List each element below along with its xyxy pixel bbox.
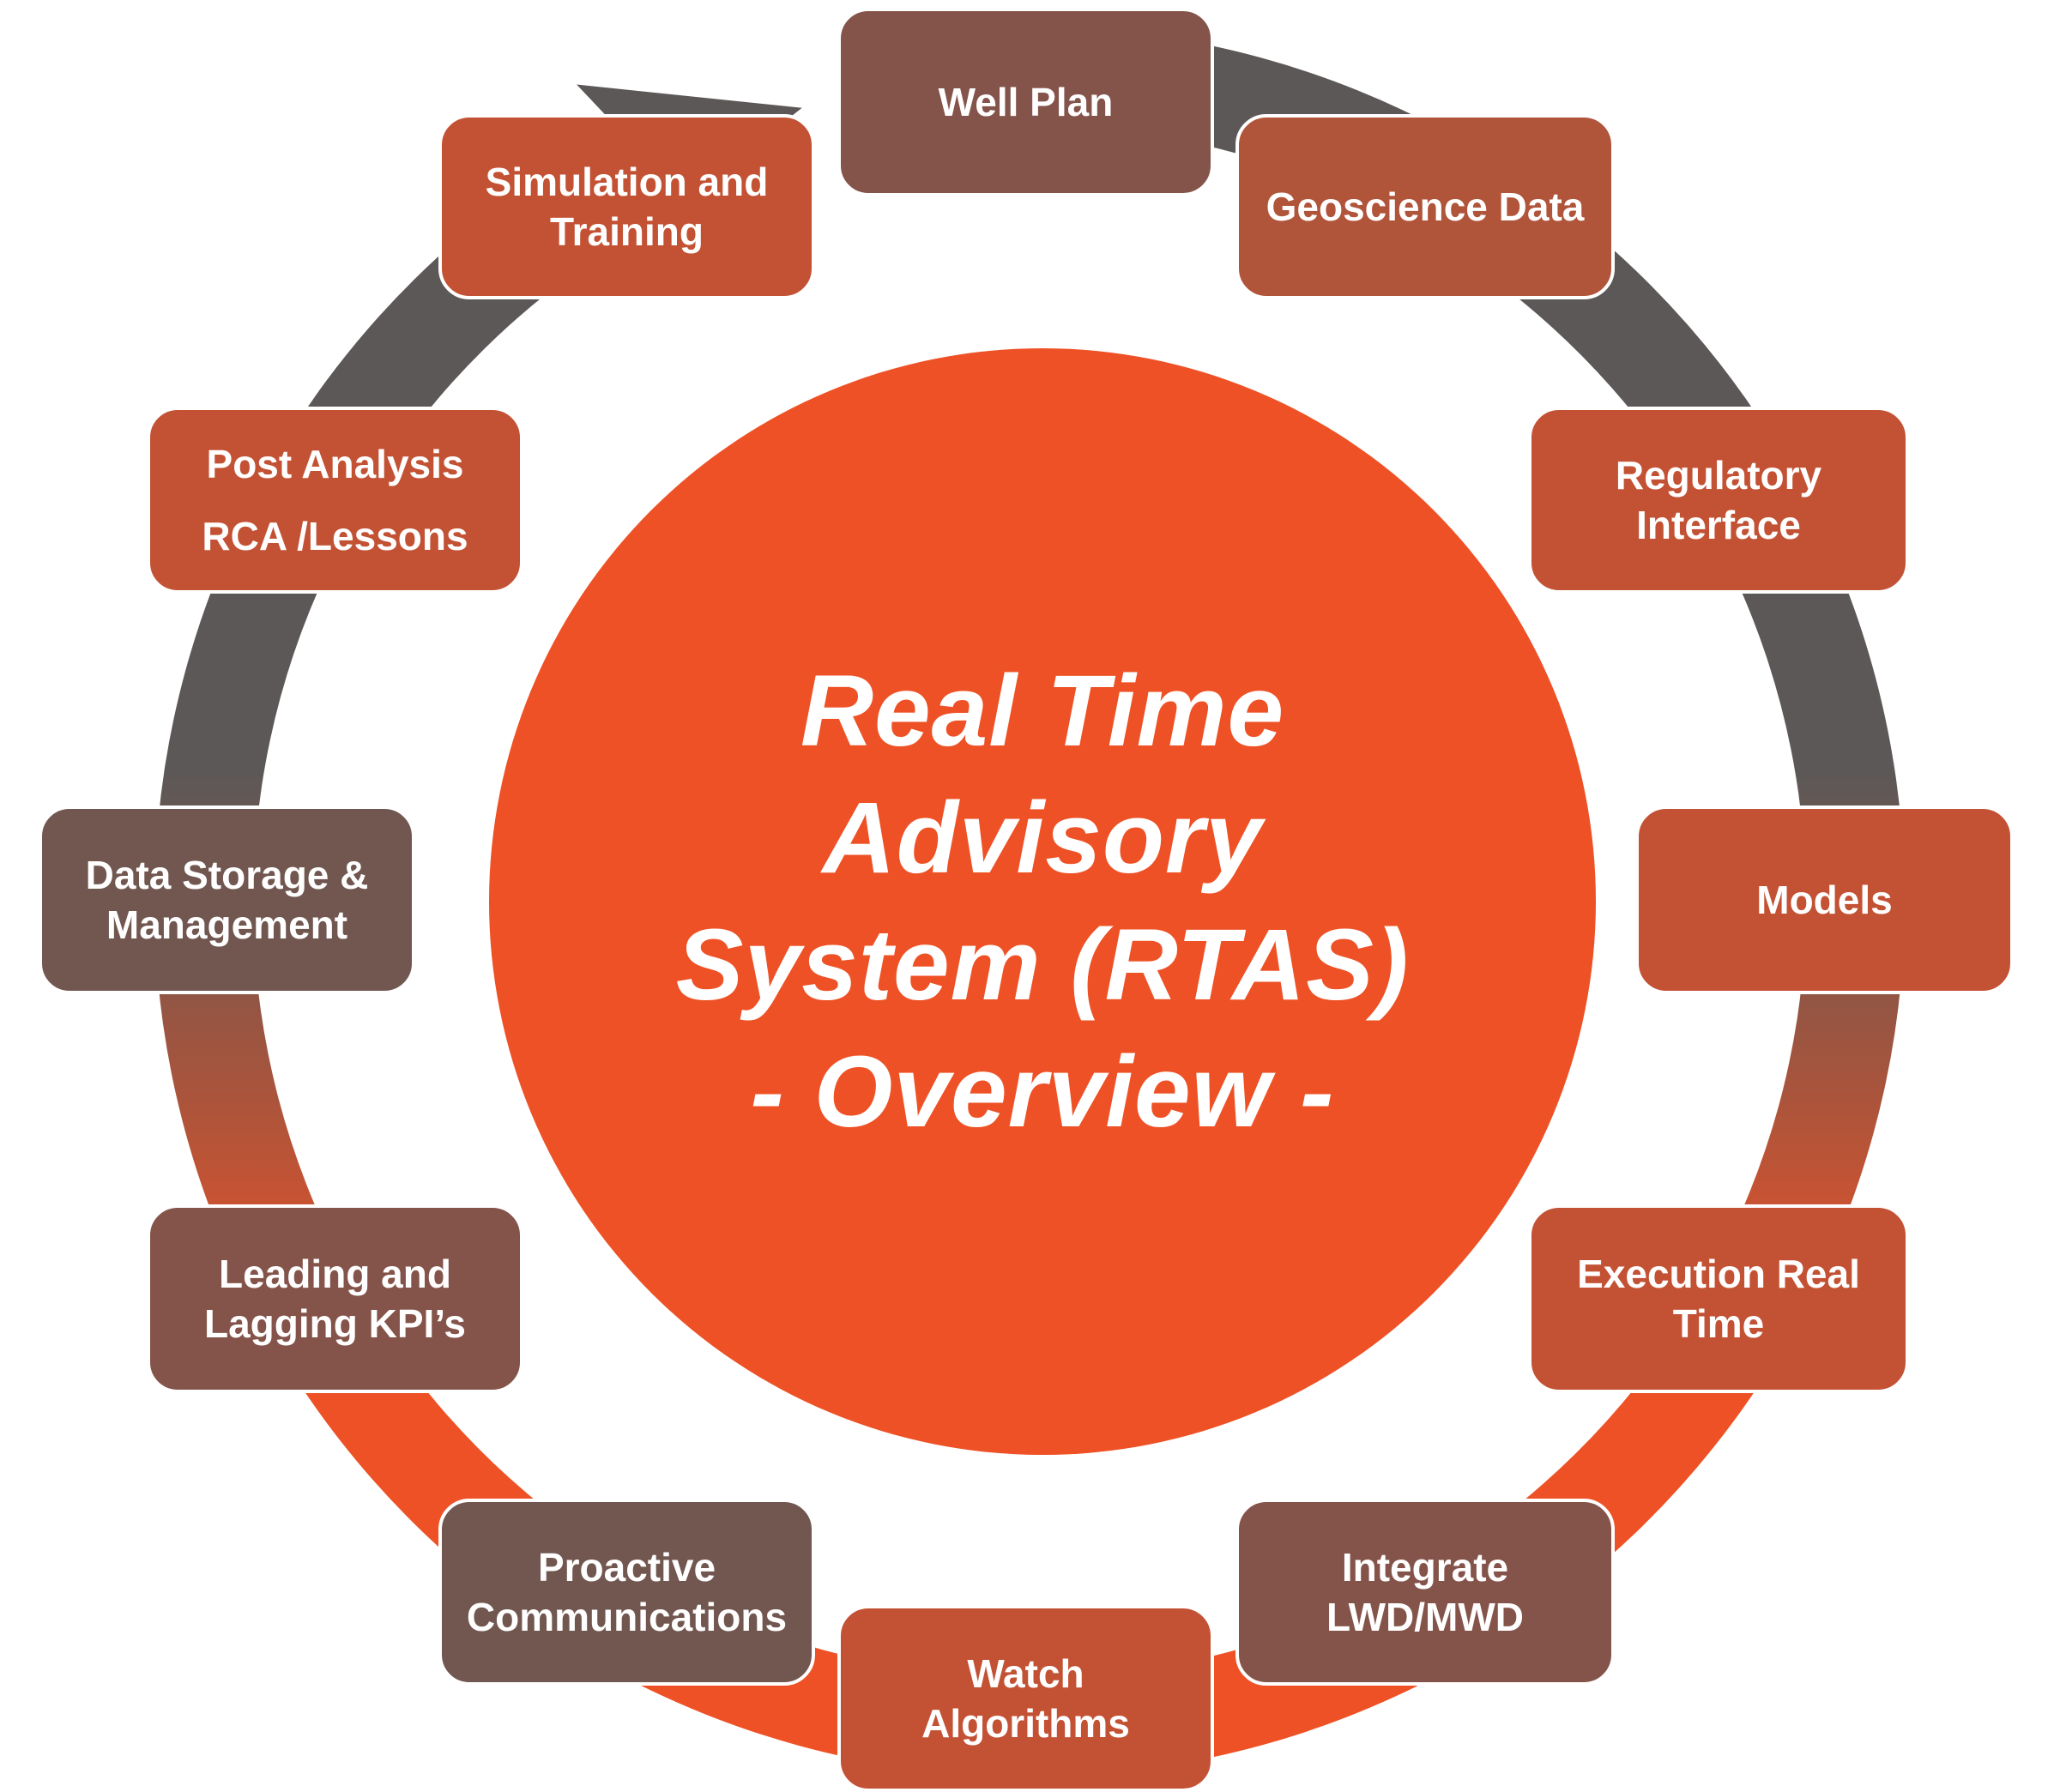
node-data-storage-management[interactable]: Data Storage & Management xyxy=(39,805,415,994)
node-leading-lagging-kpis[interactable]: Leading and Lagging KPI’s xyxy=(147,1204,523,1393)
node-label: RCA /Lessons xyxy=(202,514,468,558)
node-label: Lagging KPI’s xyxy=(204,1301,466,1346)
node-label: Integrate xyxy=(1341,1545,1509,1590)
node-label: Management xyxy=(106,902,348,947)
node-label: Time xyxy=(1672,1301,1765,1346)
node-proactive-communications[interactable]: Proactive Communications xyxy=(438,1499,815,1686)
node-models[interactable]: Models xyxy=(1635,805,2014,994)
node-well-plan[interactable]: Well Plan xyxy=(837,8,1214,196)
node-watch-algorithms[interactable]: Watch Algorithms xyxy=(837,1605,1214,1792)
node-label: Interface xyxy=(1636,503,1801,547)
node-label: Models xyxy=(1756,878,1893,922)
node-regulatory-interface[interactable]: Regulatory Interface xyxy=(1528,407,1909,594)
node-simulation-training[interactable]: Simulation and Training xyxy=(438,114,815,299)
center-title-line: System (RTAS) xyxy=(675,908,1410,1022)
node-label: Geoscience Data xyxy=(1266,184,1585,229)
node-label: Proactive xyxy=(537,1545,716,1590)
node-label: Communications xyxy=(466,1595,788,1639)
node-label: Data Storage & xyxy=(85,853,369,897)
node-label: Simulation and xyxy=(485,160,769,204)
node-geoscience-data[interactable]: Geoscience Data xyxy=(1235,114,1615,299)
node-label: Training xyxy=(550,209,704,254)
node-label: Well Plan xyxy=(938,80,1114,124)
node-label: Post Analysis xyxy=(206,442,464,486)
node-label: Algorithms xyxy=(921,1701,1130,1746)
node-label: Regulatory xyxy=(1615,453,1822,498)
center-title-line: Real Time xyxy=(800,655,1285,768)
node-label: Watch xyxy=(967,1651,1084,1696)
center-title: Real Time Advisory System (RTAS) - Overv… xyxy=(489,348,1596,1455)
node-label: Execution Real xyxy=(1577,1252,1860,1296)
node-post-analysis[interactable]: Post Analysis RCA /Lessons xyxy=(147,407,523,594)
node-integrate-lwd-mwd[interactable]: Integrate LWD/MWD xyxy=(1235,1499,1615,1686)
node-execution-real-time[interactable]: Execution Real Time xyxy=(1528,1204,1909,1393)
node-label: LWD/MWD xyxy=(1326,1595,1524,1639)
center-title-line: Advisory xyxy=(822,781,1263,895)
node-label: Leading and xyxy=(219,1252,451,1296)
center-title-line: - Overview - xyxy=(750,1035,1335,1149)
